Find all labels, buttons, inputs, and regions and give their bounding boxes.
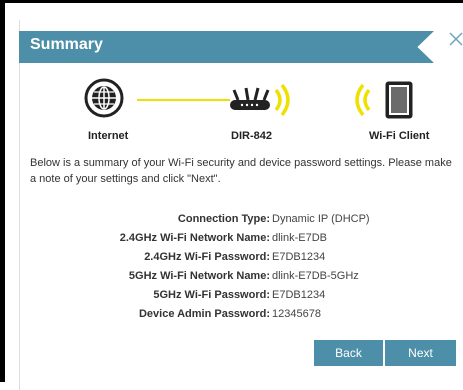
close-icon[interactable]: [447, 30, 463, 48]
setting-label: Device Admin Password:: [138, 308, 270, 320]
setting-label: Connection Type:: [177, 213, 270, 225]
internet-label: Internet: [88, 130, 129, 142]
window-frame-top: [0, 0, 463, 3]
tablet-icon: [385, 81, 413, 119]
setting-row: 5GHz Wi-Fi Password: E7DB1234: [0, 286, 463, 304]
router-icon: [230, 87, 270, 110]
setting-value: dlink-E7DB: [272, 232, 328, 244]
setting-value: Dynamic IP (DHCP): [272, 213, 370, 225]
client-wifi-waves-icon: [355, 83, 371, 117]
setting-label: 5GHz Wi-Fi Network Name:: [128, 270, 270, 282]
back-button[interactable]: Back: [314, 340, 383, 366]
setting-value: dlink-E7DB-5GHz: [272, 270, 359, 282]
globe-icon: [84, 78, 124, 118]
setting-row: Device Admin Password: 12345678: [0, 305, 463, 323]
dialog-title: Summary: [30, 36, 103, 53]
setting-label: 2.4GHz Wi-Fi Network Name:: [119, 232, 270, 244]
summary-intro-text: Below is a summary of your Wi-Fi securit…: [30, 157, 452, 185]
setting-label: 2.4GHz Wi-Fi Password:: [144, 251, 270, 263]
summary-dialog: [19, 20, 463, 390]
setting-value: 12345678: [272, 308, 321, 320]
window-frame-left: [0, 0, 5, 382]
client-label: Wi-Fi Client: [369, 130, 430, 142]
setting-row: 2.4GHz Wi-Fi Password: E7DB1234: [0, 248, 463, 266]
next-button[interactable]: Next: [385, 340, 456, 366]
router-label: DIR-842: [231, 130, 272, 142]
router-wifi-waves-icon: [274, 83, 290, 117]
setting-label: 5GHz Wi-Fi Password:: [153, 289, 270, 301]
setting-row: 2.4GHz Wi-Fi Network Name: dlink-E7DB: [0, 229, 463, 247]
setting-row: 5GHz Wi-Fi Network Name: dlink-E7DB-5GHz: [0, 267, 463, 285]
setting-value: E7DB1234: [272, 289, 326, 301]
setting-row: Connection Type: Dynamic IP (DHCP): [0, 210, 463, 228]
setting-value: E7DB1234: [272, 251, 326, 263]
connection-line: [137, 99, 230, 101]
